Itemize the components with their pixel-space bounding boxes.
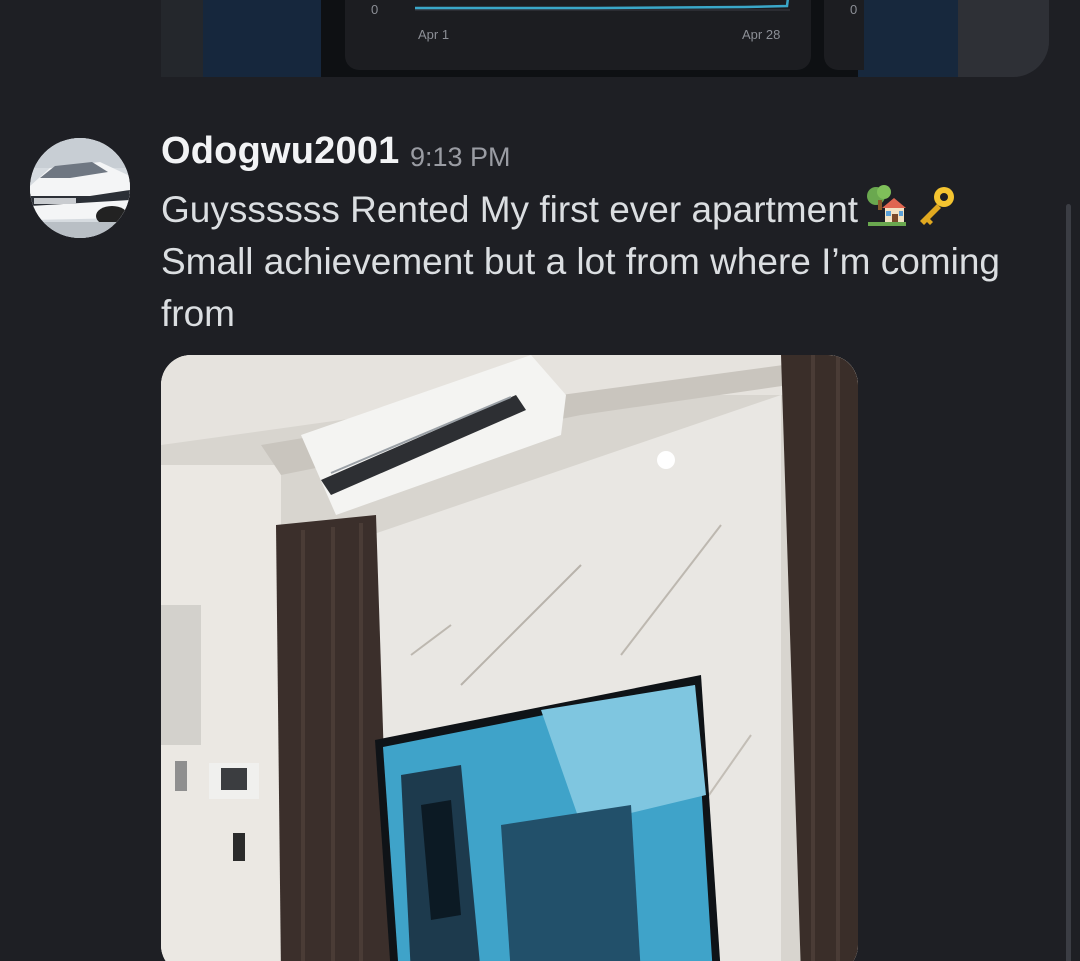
y-tick-label: 0 (850, 2, 858, 17)
username[interactable]: Odogwu2001 (161, 130, 400, 173)
apartment-photo (161, 355, 858, 961)
timestamp: 9:13 PM (410, 142, 511, 172)
x-tick-label: Apr 1 (418, 27, 450, 42)
image-region (203, 0, 321, 77)
message-line: from (161, 293, 235, 334)
previous-image-attachment[interactable]: 0 Apr 1 Apr 28 0 (161, 0, 1049, 77)
scrollbar[interactable] (1066, 204, 1071, 961)
car-avatar-image (30, 138, 130, 238)
house-with-garden-icon (864, 184, 908, 228)
image-region (161, 0, 203, 77)
image-attachment[interactable] (161, 355, 858, 961)
message-content: Guyssssss Rented My first ever apartment… (161, 184, 1051, 340)
y-tick-label: 0 (371, 2, 379, 17)
chart-card: 0 Apr 1 Apr 28 (345, 0, 811, 70)
message-line-text: Guyssssss Rented My first ever apartment (161, 189, 859, 230)
message-line: Small achievement but a lot from where I… (161, 241, 1001, 282)
chart-card: 0 (824, 0, 864, 70)
image-region (858, 0, 958, 77)
chart-series-line (415, 0, 790, 10)
x-tick-label: Apr 28 (742, 27, 781, 42)
message-line: Guyssssss Rented My first ever apartment (161, 184, 1051, 236)
avatar[interactable] (30, 138, 130, 238)
key-icon (914, 184, 958, 228)
image-region (958, 0, 1049, 77)
